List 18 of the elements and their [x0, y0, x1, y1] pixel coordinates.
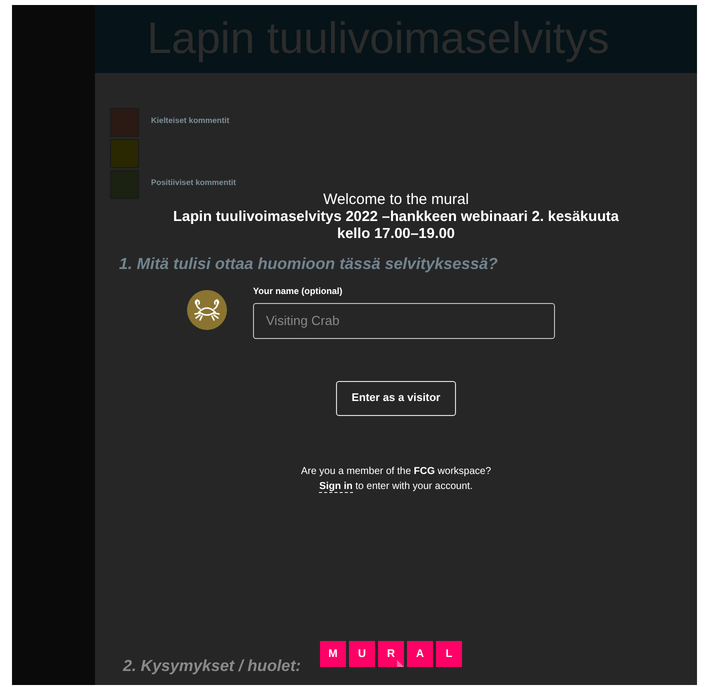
- welcome-text: Welcome to the mural: [323, 191, 469, 209]
- question-heading: 1. Mitä tulisi ottaa huomioon tässä selvityksessä?: [119, 255, 498, 275]
- logo-letter-tile: U: [349, 641, 375, 667]
- question-heading: 2. Kysymykset / huolet:: [123, 657, 301, 677]
- logo-letter-tile: L: [436, 641, 462, 667]
- logo-letter-tile: R: [378, 641, 404, 667]
- enter-as-visitor-button[interactable]: Enter as a visitor: [336, 380, 456, 416]
- legend-label: Positiiviset kommentit: [151, 177, 236, 189]
- member-question-text: Are you a member of the FCG workspace?: [300, 464, 492, 478]
- crab-avatar-icon: [187, 290, 227, 330]
- sign-in-link[interactable]: Sign in: [319, 480, 353, 492]
- legend-label: Kielteiset kommentit: [151, 115, 230, 127]
- mural-title: Lapin tuulivoimaselvitys 2022 –hankkeen webinaari 2. kesäkuuta kello 17.00–19.00: [172, 209, 620, 243]
- sign-in-text: Sign in to enter with your account.: [318, 480, 474, 494]
- name-label: Your name (optional): [253, 285, 344, 298]
- logo-letter-tile: M: [320, 641, 346, 667]
- logo-letter-tile: A: [407, 641, 433, 667]
- name-input-field[interactable]: Visiting Crab: [253, 302, 555, 338]
